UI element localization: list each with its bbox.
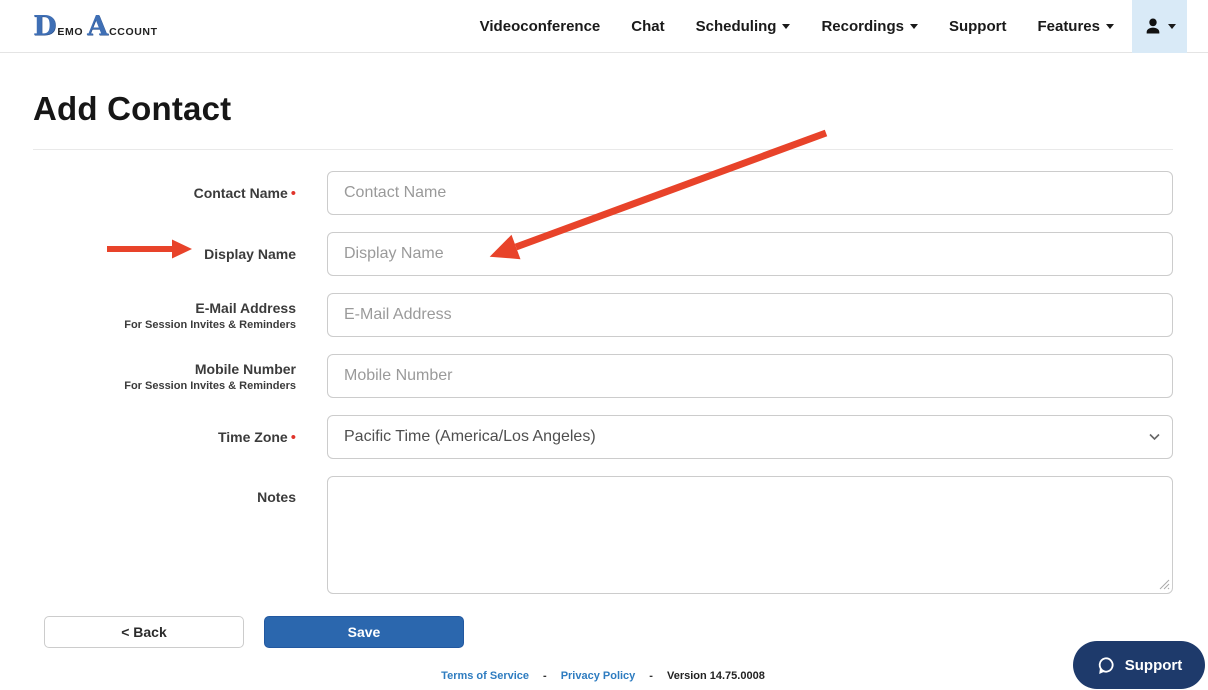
textarea-resize-handle[interactable] xyxy=(1159,579,1170,590)
nav-menu: Videoconference Chat Scheduling Recordin… xyxy=(480,18,1114,35)
logo-account-rest: CCOUNT xyxy=(109,26,158,38)
form-row-notes: Notes xyxy=(33,476,1173,594)
footer-separator: - xyxy=(649,670,653,682)
footer: Terms of Service - Privacy Policy - Vers… xyxy=(33,670,1173,682)
email-label: E-Mail Address xyxy=(33,299,296,317)
back-button[interactable]: < Back xyxy=(44,616,244,648)
display-name-input[interactable] xyxy=(327,232,1173,276)
email-sublabel: For Session Invites & Reminders xyxy=(33,319,296,331)
contact-name-input[interactable] xyxy=(327,171,1173,215)
logo-demo-rest: EMO xyxy=(57,26,83,38)
timezone-label: Time Zone xyxy=(218,429,288,445)
required-marker: • xyxy=(291,429,296,446)
terms-of-service-link[interactable]: Terms of Service xyxy=(441,670,529,682)
mobile-sublabel: For Session Invites & Reminders xyxy=(33,380,296,392)
caret-down-icon xyxy=(1106,24,1114,29)
top-navbar: D EMO A CCOUNT Videoconference Chat Sche… xyxy=(0,0,1208,53)
timezone-selected-value: Pacific Time (America/Los Angeles) xyxy=(344,428,596,446)
support-chat-button[interactable]: Support xyxy=(1073,641,1205,689)
form-row-email: E-Mail Address For Session Invites & Rem… xyxy=(33,293,1173,337)
logo[interactable]: D EMO A CCOUNT xyxy=(33,13,162,40)
caret-down-icon xyxy=(782,24,790,29)
add-contact-form: Contact Name• Display Name E-Mail Addres… xyxy=(33,171,1173,648)
chevron-down-icon xyxy=(1149,433,1160,441)
mobile-label: Mobile Number xyxy=(33,360,296,378)
support-chat-label: Support xyxy=(1125,657,1183,674)
contact-name-label: Contact Name xyxy=(194,185,288,201)
required-marker: • xyxy=(291,185,296,202)
notes-textarea[interactable] xyxy=(327,476,1173,594)
nav-item-support[interactable]: Support xyxy=(949,18,1007,35)
form-actions: < Back Save xyxy=(33,616,1173,648)
nav-item-features[interactable]: Features xyxy=(1037,18,1114,35)
footer-separator: - xyxy=(543,670,547,682)
notes-label: Notes xyxy=(257,489,296,505)
nav-item-recordings[interactable]: Recordings xyxy=(821,18,918,35)
form-row-timezone: Time Zone• Pacific Time (America/Los Ang… xyxy=(33,415,1173,459)
version-text: Version 14.75.0008 xyxy=(667,670,765,682)
nav-item-scheduling[interactable]: Scheduling xyxy=(696,18,791,35)
caret-down-icon xyxy=(1168,24,1176,29)
save-button[interactable]: Save xyxy=(264,616,464,648)
logo-demo-initial: D xyxy=(33,13,56,40)
main-content: Add Contact Contact Name• Display Name xyxy=(0,90,1208,682)
caret-down-icon xyxy=(910,24,918,29)
page-title: Add Contact xyxy=(33,90,1173,128)
timezone-select[interactable]: Pacific Time (America/Los Angeles) xyxy=(327,415,1173,459)
form-row-mobile: Mobile Number For Session Invites & Remi… xyxy=(33,354,1173,398)
user-menu[interactable] xyxy=(1132,0,1187,53)
logo-account-initial: A xyxy=(87,13,108,40)
privacy-policy-link[interactable]: Privacy Policy xyxy=(561,670,636,682)
mobile-input[interactable] xyxy=(327,354,1173,398)
form-row-display-name: Display Name xyxy=(33,232,1173,276)
speech-bubble-icon xyxy=(1096,655,1116,675)
email-input[interactable] xyxy=(327,293,1173,337)
title-divider xyxy=(33,149,1173,150)
user-icon xyxy=(1143,16,1163,36)
nav-item-videoconference[interactable]: Videoconference xyxy=(480,18,601,35)
display-name-label: Display Name xyxy=(204,246,296,262)
app-screen: D EMO A CCOUNT Videoconference Chat Sche… xyxy=(0,0,1208,690)
form-row-contact-name: Contact Name• xyxy=(33,171,1173,215)
nav-item-chat[interactable]: Chat xyxy=(631,18,664,35)
